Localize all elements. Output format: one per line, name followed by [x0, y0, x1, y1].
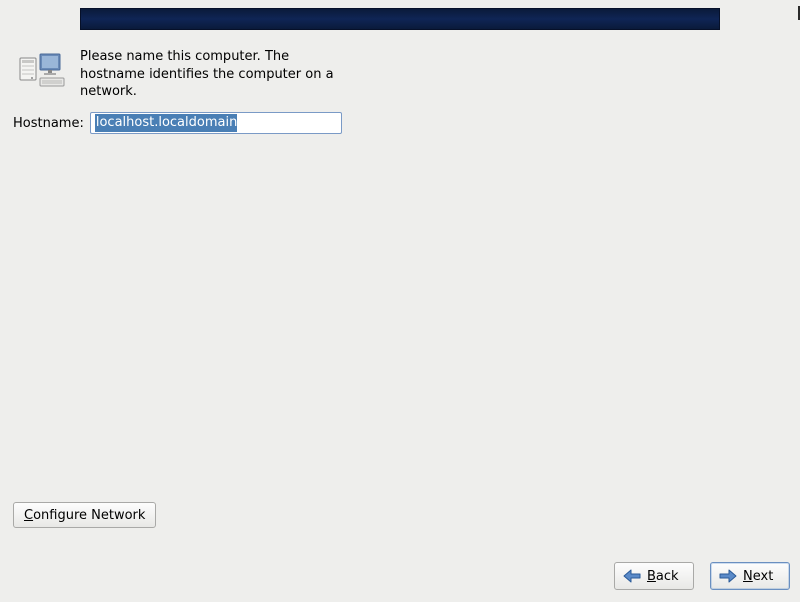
configure-network-label: Configure Network [24, 508, 145, 523]
back-label: Back [647, 569, 679, 584]
description-row: Please name this computer. The hostname … [18, 48, 340, 101]
header-banner [80, 8, 720, 30]
description-text: Please name this computer. The hostname … [80, 48, 340, 101]
bottom-bar: Back Next [0, 550, 800, 590]
hostname-label: Hostname: [13, 116, 84, 131]
computer-network-icon [18, 52, 66, 92]
back-button[interactable]: Back [614, 562, 694, 590]
next-button[interactable]: Next [710, 562, 790, 590]
hostname-row: Hostname: localhost.localdomain [13, 112, 342, 134]
configure-network-button[interactable]: Configure Network [13, 502, 156, 528]
next-label: Next [743, 569, 773, 584]
arrow-left-icon [623, 569, 641, 583]
arrow-right-icon [719, 569, 737, 583]
hostname-input[interactable] [90, 112, 342, 134]
